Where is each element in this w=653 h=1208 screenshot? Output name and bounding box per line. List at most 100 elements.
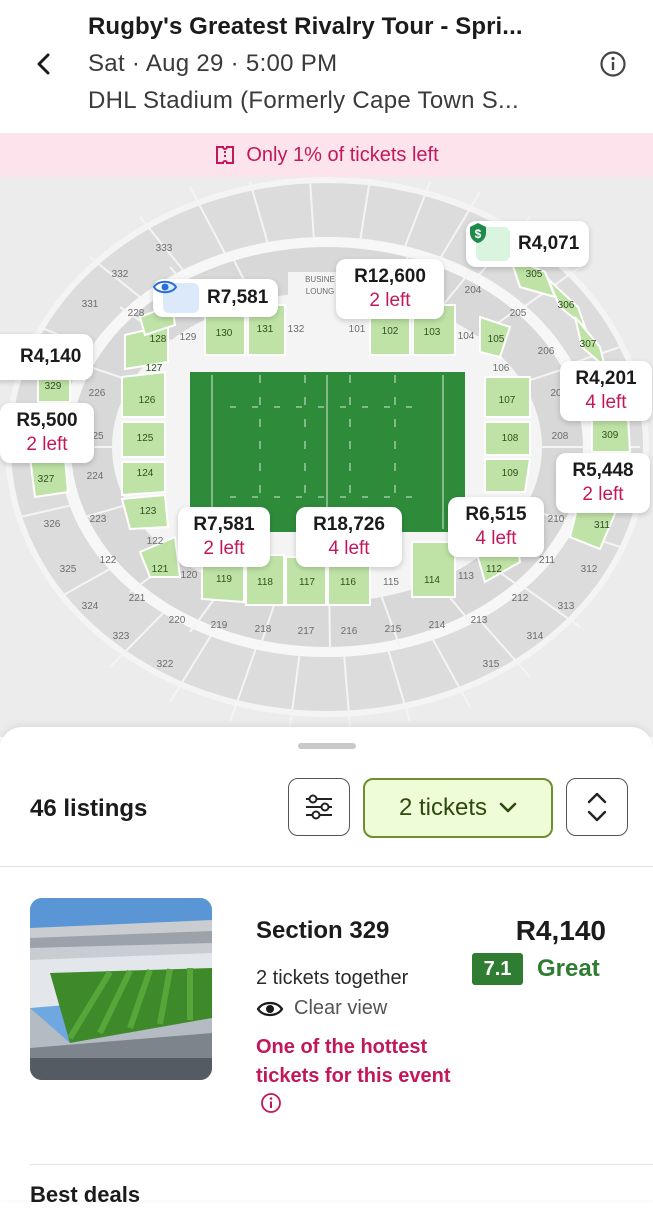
pin-price: R5,500 bbox=[16, 410, 78, 431]
svg-text:123: 123 bbox=[140, 506, 157, 517]
svg-text:211: 211 bbox=[539, 555, 555, 566]
info-button[interactable] bbox=[599, 50, 627, 78]
svg-text:106: 106 bbox=[493, 363, 510, 374]
view-tag bbox=[153, 280, 199, 313]
svg-text:107: 107 bbox=[499, 395, 516, 406]
svg-text:104: 104 bbox=[458, 331, 475, 342]
svg-text:LOUNG: LOUNG bbox=[306, 287, 334, 296]
svg-text:121: 121 bbox=[152, 564, 169, 575]
price-pin-311[interactable]: R5,448 2 left bbox=[556, 453, 650, 513]
svg-text:323: 323 bbox=[113, 631, 130, 642]
svg-text:324: 324 bbox=[82, 601, 99, 612]
svg-text:313: 313 bbox=[558, 601, 575, 612]
svg-text:221: 221 bbox=[129, 593, 146, 604]
price-pin-116[interactable]: R18,726 4 left bbox=[296, 507, 402, 567]
svg-text:130: 130 bbox=[216, 328, 233, 339]
filter-button[interactable] bbox=[288, 778, 350, 836]
svg-text:BUSINE: BUSINE bbox=[305, 275, 335, 284]
section-view-photo bbox=[30, 898, 212, 1080]
price-pin-305[interactable]: $ R4,071 bbox=[466, 221, 590, 267]
svg-text:122: 122 bbox=[147, 536, 164, 547]
pin-availability: 4 left bbox=[585, 392, 627, 413]
svg-text:103: 103 bbox=[424, 327, 441, 338]
listing-hot-text: One of the hottest tickets for this even… bbox=[256, 1036, 451, 1087]
price-pin-119[interactable]: R7,581 2 left bbox=[178, 507, 270, 567]
svg-text:102: 102 bbox=[382, 326, 399, 337]
listings-sheet: 46 listings 2 tickets Section 329 2 tick… bbox=[0, 727, 653, 1207]
pin-availability: 2 left bbox=[369, 290, 411, 311]
svg-text:116: 116 bbox=[340, 577, 356, 588]
svg-text:305: 305 bbox=[526, 269, 543, 280]
drag-handle[interactable] bbox=[298, 743, 356, 749]
event-datetime: Sat · Aug 29 · 5:00 PM bbox=[88, 50, 338, 77]
svg-text:224: 224 bbox=[87, 471, 104, 482]
svg-text:218: 218 bbox=[255, 624, 272, 635]
svg-text:126: 126 bbox=[139, 395, 156, 406]
listing-together: 2 tickets together bbox=[256, 967, 409, 989]
svg-text:309: 309 bbox=[602, 430, 619, 441]
pin-price: R5,448 bbox=[572, 460, 634, 481]
svg-text:332: 332 bbox=[112, 269, 129, 280]
deal-score-label: Great bbox=[537, 955, 600, 982]
svg-text:122: 122 bbox=[100, 555, 117, 566]
eye-icon bbox=[256, 1001, 284, 1016]
hot-tag bbox=[0, 340, 12, 374]
listing-view: Clear view bbox=[256, 997, 387, 1020]
pin-availability: 2 left bbox=[26, 434, 68, 455]
best-deals-heading: Best deals bbox=[30, 1182, 141, 1207]
svg-text:118: 118 bbox=[257, 577, 273, 588]
svg-text:208: 208 bbox=[552, 431, 569, 442]
svg-text:314: 314 bbox=[527, 631, 544, 642]
svg-text:119: 119 bbox=[216, 574, 232, 585]
svg-text:112: 112 bbox=[486, 564, 502, 575]
listing-card[interactable]: Section 329 2 tickets together Clear vie… bbox=[0, 867, 653, 1167]
svg-text:306: 306 bbox=[558, 300, 575, 311]
ticket-quantity-select[interactable]: 2 tickets bbox=[363, 778, 553, 838]
svg-text:315: 315 bbox=[483, 659, 500, 670]
price-pin-112[interactable]: R6,515 4 left bbox=[448, 497, 544, 557]
svg-text:217: 217 bbox=[298, 626, 315, 637]
svg-text:204: 204 bbox=[465, 285, 482, 296]
svg-text:220: 220 bbox=[169, 615, 186, 626]
svg-text:219: 219 bbox=[211, 620, 228, 631]
sort-button[interactable] bbox=[566, 778, 628, 836]
pin-price: R7,581 bbox=[207, 287, 269, 308]
event-venue: DHL Stadium (Formerly Cape Town S... bbox=[88, 87, 519, 114]
deal-score: 7.1 Great bbox=[472, 953, 600, 985]
price-pin-329[interactable]: R4,140 bbox=[0, 334, 94, 380]
tunnel bbox=[305, 297, 323, 342]
seat-map[interactable]: 333 332 331 228 129 132 101 104 204 205 … bbox=[0, 177, 653, 737]
price-pin-130[interactable]: R7,581 bbox=[153, 279, 279, 317]
svg-text:109: 109 bbox=[502, 468, 519, 479]
svg-text:228: 228 bbox=[128, 308, 145, 319]
pin-price: R7,581 bbox=[193, 514, 255, 535]
ticket-quantity-label: 2 tickets bbox=[398, 794, 488, 821]
svg-text:312: 312 bbox=[581, 564, 598, 575]
pin-price: R6,515 bbox=[465, 504, 527, 525]
info-icon[interactable] bbox=[260, 1092, 282, 1114]
svg-text:329: 329 bbox=[45, 381, 62, 392]
back-button[interactable] bbox=[30, 50, 58, 78]
event-header: Rugby's Greatest Rivalry Tour - Spri... … bbox=[0, 0, 653, 133]
svg-text:326: 326 bbox=[44, 519, 61, 530]
pin-price: R18,726 bbox=[313, 514, 385, 535]
svg-text:210: 210 bbox=[548, 514, 565, 525]
divider bbox=[30, 1164, 653, 1165]
pin-price: R4,071 bbox=[518, 233, 580, 254]
sliders-icon bbox=[306, 794, 332, 820]
price-pin-102[interactable]: R12,600 2 left bbox=[336, 259, 444, 319]
svg-text:113: 113 bbox=[458, 571, 474, 582]
svg-text:223: 223 bbox=[90, 514, 107, 525]
price-pin-309[interactable]: R4,201 4 left bbox=[560, 361, 652, 421]
svg-text:124: 124 bbox=[137, 468, 154, 479]
svg-text:105: 105 bbox=[488, 334, 505, 345]
listing-price: R4,140 bbox=[515, 915, 606, 946]
pin-availability: 2 left bbox=[203, 538, 245, 559]
svg-text:131: 131 bbox=[257, 324, 274, 335]
price-pin-327[interactable]: R5,500 2 left bbox=[0, 403, 94, 463]
eye-icon bbox=[153, 280, 177, 294]
pin-price: R12,600 bbox=[354, 266, 426, 287]
svg-text:333: 333 bbox=[156, 243, 173, 254]
svg-text:128: 128 bbox=[150, 334, 167, 345]
chevron-down-icon bbox=[499, 802, 517, 813]
